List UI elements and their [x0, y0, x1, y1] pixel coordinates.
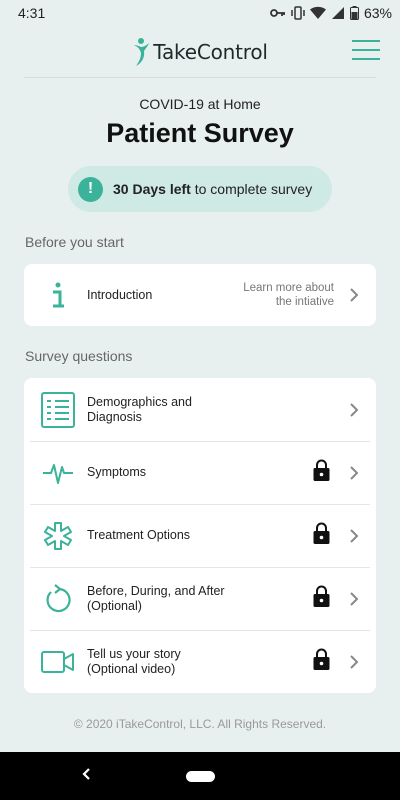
system-nav-bar	[0, 752, 400, 800]
list-item-introduction[interactable]: Introduction Learn more about the intiat…	[24, 264, 376, 326]
list-item-demographics[interactable]: Demographics and Diagnosis	[24, 378, 376, 441]
brand-name: TakeControl	[153, 39, 268, 64]
lock-icon	[313, 459, 330, 486]
menu-button[interactable]	[352, 40, 380, 62]
list-item-symptoms[interactable]: Symptoms	[24, 441, 376, 504]
lock-icon	[313, 585, 330, 612]
lock-icon	[313, 522, 330, 549]
page-title: Patient Survey	[106, 118, 294, 148]
hamburger-line	[352, 40, 380, 42]
chevron-right-icon	[348, 591, 360, 607]
list-item-treatment[interactable]: Treatment Options	[24, 504, 376, 567]
refresh-icon	[38, 583, 78, 615]
chevron-right-icon	[348, 402, 360, 418]
list-item-your-story[interactable]: Tell us your story (Optional video)	[24, 630, 376, 693]
list-item-label: Treatment Options	[87, 528, 191, 542]
copyright-footer: © 2020 iTakeControl, LLC. All Rights Res…	[73, 717, 327, 731]
battery-percent: 63%	[363, 5, 392, 21]
video-icon	[38, 650, 78, 674]
intro-card: Introduction Learn more about the intiat…	[24, 264, 376, 326]
brand-logo: TakeControl	[132, 37, 268, 67]
deadline-text: 30 Days left to complete survey	[113, 181, 312, 197]
hamburger-line	[352, 49, 380, 51]
status-bar: 4:31 63%	[0, 0, 400, 26]
signal-icon	[331, 7, 344, 19]
deadline-banner: ! 30 Days left to complete survey	[68, 166, 332, 212]
back-icon[interactable]	[80, 766, 92, 787]
list-item-label: Before, During, and After (Optional)	[87, 583, 225, 613]
home-button[interactable]	[185, 770, 215, 782]
survey-card: Demographics and Diagnosis Symptoms Trea…	[24, 378, 376, 693]
section-label-intro: Before you start	[25, 234, 124, 250]
chevron-right-icon	[348, 287, 360, 303]
status-icons: 63%	[270, 5, 392, 21]
list-item-label: Symptoms	[87, 465, 147, 479]
vibrate-icon	[291, 6, 305, 20]
battery-icon	[349, 6, 359, 20]
exclamation-icon: !	[78, 176, 103, 202]
status-time: 4:31	[18, 5, 46, 21]
chevron-right-icon	[348, 465, 360, 481]
info-icon	[38, 281, 78, 309]
wifi-icon	[309, 6, 326, 19]
page-subtitle: COVID-19 at Home	[139, 96, 261, 112]
list-item-before-during-after[interactable]: Before, During, and After (Optional)	[24, 567, 376, 630]
list-item-label: Tell us your story (Optional video)	[87, 646, 181, 676]
figure-logo-icon	[134, 37, 150, 66]
pulse-icon	[38, 458, 78, 488]
chevron-right-icon	[348, 654, 360, 670]
medical-cross-icon	[38, 521, 78, 551]
list-item-note: Learn more about the intiative	[243, 282, 334, 308]
key-icon	[270, 9, 285, 17]
list-item-label: Introduction	[87, 287, 153, 302]
days-left: 30 Days left	[113, 181, 191, 197]
list-item-label: Demographics and Diagnosis	[87, 394, 192, 424]
chevron-right-icon	[348, 528, 360, 544]
hamburger-line	[352, 58, 380, 60]
lock-icon	[313, 648, 330, 675]
app-header: TakeControl	[24, 26, 380, 78]
checklist-icon	[38, 391, 78, 428]
days-suffix: to complete survey	[194, 181, 313, 197]
section-label-survey: Survey questions	[25, 348, 133, 364]
